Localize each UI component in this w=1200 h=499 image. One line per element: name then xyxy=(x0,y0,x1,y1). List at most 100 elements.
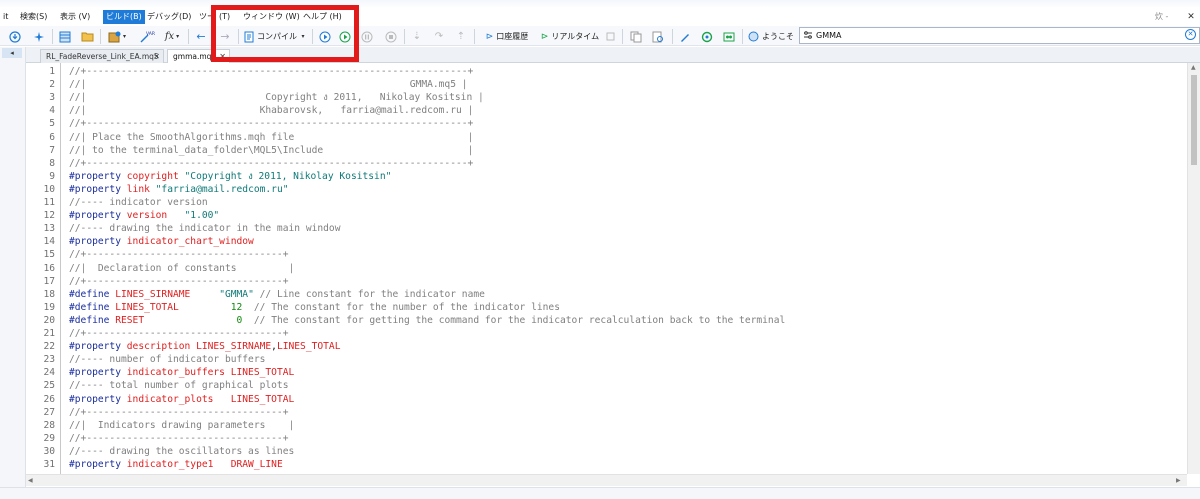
realtime-button[interactable]: ⊳ リアルタイム xyxy=(538,29,602,44)
folder-icon[interactable] xyxy=(80,29,94,44)
search-box[interactable]: ✕ xyxy=(799,27,1200,44)
code-text: //+----------------------------------+ xyxy=(69,406,289,419)
tab-rl-faderevers-link-ea[interactable]: RL_FadeReverse_Link_EA.mq5 ✕ xyxy=(40,49,164,63)
step-over-icon[interactable]: ↷ xyxy=(432,29,446,44)
close-tab-icon[interactable]: ✕ xyxy=(153,50,160,63)
menu-item-debug[interactable]: デバッグ(D) xyxy=(144,10,194,24)
code-line[interactable]: 8 //+------------------------------------… xyxy=(26,157,1187,170)
code-line[interactable]: 7 //| to the terminal_data_folder\MQL5\In… xyxy=(26,144,1187,157)
line-number: 30 xyxy=(43,445,55,457)
code-line[interactable]: 30 //---- drawing the oscillators as line… xyxy=(26,445,1187,458)
code-line[interactable]: 13 //---- drawing the indicator in the ma… xyxy=(26,222,1187,235)
code-text: //| GMMA.mq5 | xyxy=(69,78,468,91)
code-line[interactable]: 25 //---- total number of graphical plots xyxy=(26,379,1187,392)
code-token: indicator_chart_window xyxy=(126,236,254,248)
start-debug-icon[interactable] xyxy=(318,29,332,44)
code-text: #property indicator_type1 DRAW_LINE xyxy=(69,458,283,471)
menu-item-help[interactable]: ヘルプ (H) xyxy=(300,10,345,24)
pause-icon[interactable] xyxy=(360,29,374,44)
code-line[interactable]: 21 //+----------------------------------+ xyxy=(26,327,1187,340)
code-line[interactable]: 28 //| Indicators drawing parameters | xyxy=(26,419,1187,432)
tab-gmma[interactable]: gmma.mq ✕ xyxy=(167,49,230,63)
code-line[interactable]: 31 #property indicator_type1 DRAW_LINE xyxy=(26,458,1187,471)
market-icon[interactable] xyxy=(722,29,736,44)
code-line[interactable]: 3 //| Copyright ง 2011, Nikolay Kositsin … xyxy=(26,91,1187,104)
navigator-icon[interactable] xyxy=(58,29,72,44)
code-token: #property xyxy=(69,393,127,405)
menu-item-tools[interactable]: ツー xyxy=(196,10,218,24)
code-editor[interactable]: 1 //+------------------------------------… xyxy=(26,63,1187,474)
line-number: 1 xyxy=(49,66,55,77)
styler-icon[interactable] xyxy=(678,29,692,44)
scroll-up-icon[interactable]: ▲ xyxy=(1191,64,1196,71)
code-line[interactable]: 10 #property link "farria@mail.redcom.ru" xyxy=(26,183,1187,196)
code-text: //---- drawing the oscillators as lines xyxy=(69,445,294,458)
code-line[interactable]: 18 #define LINES_SIRNAME "GMMA" // Line c… xyxy=(26,288,1187,301)
stop-icon[interactable] xyxy=(384,29,398,44)
close-window-icon[interactable]: ✕ xyxy=(1184,10,1198,24)
code-line[interactable]: 14 #property indicator_chart_window xyxy=(26,235,1187,248)
code-line[interactable]: 15 //+----------------------------------+ xyxy=(26,248,1187,261)
code-text: //---- total number of graphical plots xyxy=(69,379,289,392)
horizontal-scrollbar[interactable]: ◀ ▶ xyxy=(26,474,1187,486)
copy-icon[interactable] xyxy=(628,29,644,44)
collapse-panel-icon[interactable]: ◂ xyxy=(2,48,22,58)
code-line[interactable]: 20 #define RESET 0 // The constant for ge… xyxy=(26,314,1187,327)
profiler-icon[interactable] xyxy=(700,29,714,44)
line-number: 29 xyxy=(43,432,55,444)
code-line[interactable]: 27 //+----------------------------------+ xyxy=(26,406,1187,419)
back-arrow-icon[interactable]: ← xyxy=(194,29,208,44)
code-line[interactable]: 16 //| Declaration of constants | xyxy=(26,262,1187,275)
search-input[interactable] xyxy=(816,29,1176,42)
code-text: //| Declaration of constants | xyxy=(69,262,294,275)
vertical-scrollbar[interactable]: ▲ xyxy=(1187,63,1200,474)
scroll-left-icon[interactable]: ◀ xyxy=(28,477,33,484)
code-line[interactable]: 26 #property indicator_plots LINES_TOTAL xyxy=(26,393,1187,406)
code-token: //---- drawing the indicator in the main… xyxy=(69,223,341,235)
menu-item-build[interactable]: ビルド(B) xyxy=(103,10,145,24)
menu-item-view[interactable]: 表示 (V) xyxy=(57,10,93,24)
account-history-button[interactable]: ⊳ 口座履歴 xyxy=(480,29,534,44)
clear-search-icon[interactable]: ✕ xyxy=(1185,29,1196,40)
wizard-icon[interactable] xyxy=(32,29,46,44)
code-line[interactable]: 29 //+----------------------------------+ xyxy=(26,432,1187,445)
start-history-debug-icon[interactable] xyxy=(338,29,352,44)
search-settings-icon[interactable] xyxy=(803,30,813,44)
menu-item-tools-shortcut[interactable]: (T) xyxy=(216,10,233,24)
menu-item-window[interactable]: ウィンドウ (W) xyxy=(240,10,303,24)
code-line[interactable]: 1 //+------------------------------------… xyxy=(26,65,1187,78)
stop-test-icon[interactable] xyxy=(604,29,616,44)
code-line[interactable]: 22 #property description LINES_SIRNAME,LI… xyxy=(26,340,1187,353)
code-line[interactable]: 11 //---- indicator version xyxy=(26,196,1187,209)
insert-variable-icon[interactable]: VAR xyxy=(138,29,156,44)
compile-dropdown[interactable]: ▾ xyxy=(296,29,308,44)
code-line[interactable]: 17 //+----------------------------------+ xyxy=(26,275,1187,288)
find-in-files-icon[interactable] xyxy=(650,29,666,44)
forward-arrow-icon[interactable]: → xyxy=(218,29,232,44)
code-text: #property indicator_buffers LINES_TOTAL xyxy=(69,366,294,379)
storage-icon[interactable]: ▾ xyxy=(106,29,128,44)
code-line[interactable]: 23 //---- number of indicator buffers xyxy=(26,353,1187,366)
menu-item-file[interactable]: it xyxy=(0,10,11,24)
code-text: #property copyright "Copyright ง 2011, N… xyxy=(69,170,391,183)
menu-item-search[interactable]: 検索(S) xyxy=(17,10,50,24)
close-tab-icon[interactable]: ✕ xyxy=(219,50,226,63)
code-line[interactable]: 6 //| Place the SmoothAlgorithms.mqh file… xyxy=(26,131,1187,144)
compile-button[interactable]: コンパイル xyxy=(243,29,298,44)
code-line[interactable]: 19 #define LINES_TOTAL 12 // The constant… xyxy=(26,301,1187,314)
scroll-right-icon[interactable]: ▶ xyxy=(1176,477,1181,484)
insert-function-button[interactable]: fx ▾ xyxy=(160,29,184,44)
welcome-button[interactable]: ようこそ xyxy=(748,29,794,44)
code-line[interactable]: 9 #property copyright "Copyright ง 2011, … xyxy=(26,170,1187,183)
code-line[interactable]: 4 //| Khabarovsk, farria@mail.redcom.ru | xyxy=(26,104,1187,117)
code-line[interactable]: 12 #property version "1.00" xyxy=(26,209,1187,222)
step-out-icon[interactable]: ⇡ xyxy=(454,29,468,44)
line-number: 12 xyxy=(43,210,55,222)
vertical-scroll-thumb[interactable] xyxy=(1191,75,1197,165)
step-into-icon[interactable]: ⇣ xyxy=(410,29,424,44)
code-line[interactable]: 5 //+------------------------------------… xyxy=(26,117,1187,130)
code-line[interactable]: 2 //| GMMA.mq5 | xyxy=(26,78,1187,91)
code-line[interactable]: 24 #property indicator_buffers LINES_TOTA… xyxy=(26,366,1187,379)
code-token: //+----------------------------------+ xyxy=(69,406,289,418)
refresh-icon[interactable] xyxy=(8,29,22,44)
